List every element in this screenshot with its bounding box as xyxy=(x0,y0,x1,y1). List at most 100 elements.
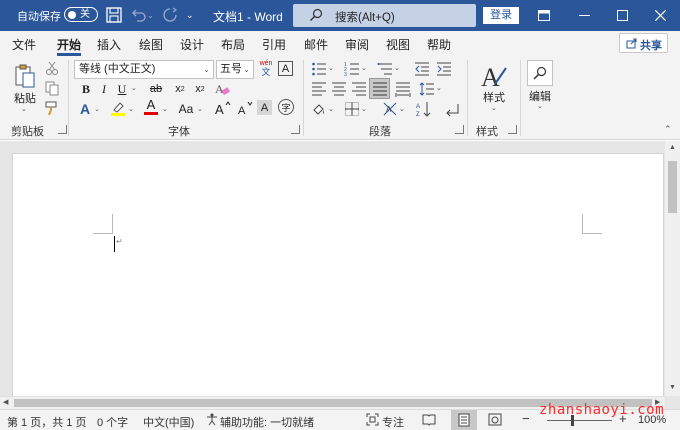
paste-icon[interactable] xyxy=(12,62,38,90)
tab-draw[interactable]: 绘图 xyxy=(139,36,163,53)
close-icon[interactable] xyxy=(641,0,679,31)
autosave-toggle[interactable]: 关 xyxy=(64,7,98,22)
enclose-char-icon[interactable]: 字 xyxy=(278,99,294,115)
align-left-icon[interactable] xyxy=(310,80,328,98)
underline-icon[interactable]: U xyxy=(113,80,131,98)
grow-font-icon[interactable]: A xyxy=(214,99,232,117)
multilevel-dropdown-icon[interactable]: ⌄ xyxy=(394,64,400,72)
paragraph-launcher-icon[interactable] xyxy=(455,125,464,134)
char-shading-icon[interactable]: A xyxy=(257,100,272,115)
tab-review[interactable]: 审阅 xyxy=(345,36,369,53)
vertical-scrollbar[interactable]: ▲ ▼ xyxy=(665,141,680,396)
asian-layout-icon[interactable]: A xyxy=(381,100,399,118)
tab-insert[interactable]: 插入 xyxy=(97,36,121,53)
undo-icon[interactable] xyxy=(129,6,147,24)
cut-icon[interactable] xyxy=(43,59,61,77)
editing-dropdown-icon[interactable]: ⌄ xyxy=(537,102,543,110)
save-icon[interactable] xyxy=(105,6,123,24)
highlight-dropdown-icon[interactable]: ⌄ xyxy=(128,105,134,113)
justify-icon[interactable] xyxy=(369,78,390,99)
shading-icon[interactable] xyxy=(310,100,328,118)
scroll-up-icon[interactable]: ▲ xyxy=(669,144,676,151)
clear-formatting-icon[interactable]: A xyxy=(213,80,231,98)
find-icon[interactable] xyxy=(527,60,553,86)
styles-label[interactable]: 样式 xyxy=(483,89,505,105)
distributed-icon[interactable] xyxy=(394,80,412,98)
highlight-icon[interactable] xyxy=(109,99,127,117)
strikethrough-icon[interactable]: ab xyxy=(147,80,165,98)
numbering-dropdown-icon[interactable]: ⌄ xyxy=(361,64,367,72)
tab-mailings[interactable]: 邮件 xyxy=(304,36,328,53)
multilevel-list-icon[interactable] xyxy=(376,60,394,78)
line-spacing-icon[interactable] xyxy=(418,80,436,98)
login-button[interactable]: 登录 xyxy=(483,7,519,24)
phonetic-guide-icon[interactable]: wén 文 xyxy=(257,59,275,77)
change-case-icon[interactable]: Aa xyxy=(175,100,197,118)
paste-label[interactable]: 粘贴 xyxy=(14,90,36,106)
align-right-icon[interactable] xyxy=(350,80,368,98)
font-color-dropdown-icon[interactable]: ⌄ xyxy=(162,105,168,113)
text-effects-icon[interactable]: A xyxy=(76,100,94,118)
tab-help[interactable]: 帮助 xyxy=(427,36,451,53)
language[interactable]: 中文(中国) xyxy=(143,414,194,430)
text-effects-dropdown-icon[interactable]: ⌄ xyxy=(94,105,100,113)
bullets-icon[interactable] xyxy=(310,60,328,78)
italic-icon[interactable]: I xyxy=(95,80,113,98)
document-page[interactable]: ↵ xyxy=(12,153,664,398)
borders-dropdown-icon[interactable]: ⌄ xyxy=(361,105,367,113)
maximize-icon[interactable] xyxy=(603,0,641,31)
page-count[interactable]: 第 1 页，共 1 页 xyxy=(7,414,86,430)
shrink-font-icon[interactable]: A xyxy=(236,99,254,117)
subscript-icon[interactable]: x2 xyxy=(171,80,189,98)
styles-launcher-icon[interactable] xyxy=(508,125,517,134)
collapse-ribbon-icon[interactable]: ⌃ xyxy=(664,124,672,135)
borders-icon[interactable] xyxy=(343,100,361,118)
styles-dropdown-icon[interactable]: ⌄ xyxy=(491,104,497,112)
font-launcher-icon[interactable] xyxy=(291,125,300,134)
increase-indent-icon[interactable] xyxy=(435,60,453,78)
tab-file[interactable]: 文件 xyxy=(12,36,36,53)
bold-icon[interactable]: B xyxy=(77,80,95,98)
vertical-scroll-thumb[interactable] xyxy=(668,161,677,213)
zoom-slider[interactable] xyxy=(547,420,612,421)
align-center-icon[interactable] xyxy=(330,80,348,98)
ribbon-display-icon[interactable] xyxy=(525,0,563,31)
word-count[interactable]: 0 个字 xyxy=(97,414,128,430)
focus-icon[interactable] xyxy=(366,413,379,429)
customize-qat-icon[interactable]: ⌄ xyxy=(186,10,204,28)
tab-layout[interactable]: 布局 xyxy=(221,36,245,53)
print-layout-button[interactable] xyxy=(451,410,477,430)
change-case-dropdown-icon[interactable]: ⌄ xyxy=(197,105,203,113)
font-color-icon[interactable]: A xyxy=(142,98,160,116)
numbering-icon[interactable]: 123 xyxy=(343,60,361,78)
scroll-down-icon[interactable]: ▼ xyxy=(669,384,676,391)
tab-home[interactable]: 开始 xyxy=(57,36,81,53)
styles-icon[interactable]: A xyxy=(479,62,509,90)
font-name-select[interactable]: 等线 (中文正文) ⌄ xyxy=(74,60,214,79)
font-size-select[interactable]: 五号 ⌄ xyxy=(216,60,254,79)
show-marks-icon[interactable] xyxy=(443,100,461,118)
redo-icon[interactable] xyxy=(161,6,179,24)
zoom-out-icon[interactable]: − xyxy=(522,411,530,426)
decrease-indent-icon[interactable] xyxy=(413,60,431,78)
accessibility-status[interactable]: 辅助功能: 一切就绪 xyxy=(220,414,314,430)
format-painter-icon[interactable] xyxy=(43,99,61,117)
search-box[interactable]: 搜索(Alt+Q) xyxy=(293,4,476,27)
bullets-dropdown-icon[interactable]: ⌄ xyxy=(328,64,334,72)
tab-design[interactable]: 设计 xyxy=(180,36,204,53)
scroll-left-icon[interactable]: ◀ xyxy=(3,398,8,406)
char-border-icon[interactable]: A xyxy=(278,61,293,76)
superscript-icon[interactable]: x2 xyxy=(191,80,209,98)
web-layout-icon[interactable] xyxy=(488,413,502,429)
tab-view[interactable]: 视图 xyxy=(386,36,410,53)
copy-icon[interactable] xyxy=(43,79,61,97)
clipboard-launcher-icon[interactable] xyxy=(58,125,67,134)
shading-dropdown-icon[interactable]: ⌄ xyxy=(328,105,334,113)
underline-dropdown-icon[interactable]: ⌄ xyxy=(131,84,137,92)
read-mode-icon[interactable] xyxy=(422,413,436,429)
share-button[interactable]: 共享 xyxy=(619,33,668,53)
line-spacing-dropdown-icon[interactable]: ⌄ xyxy=(436,84,442,92)
tab-references[interactable]: 引用 xyxy=(262,36,286,53)
minimize-icon[interactable] xyxy=(565,0,603,31)
focus-label[interactable]: 专注 xyxy=(382,414,404,430)
